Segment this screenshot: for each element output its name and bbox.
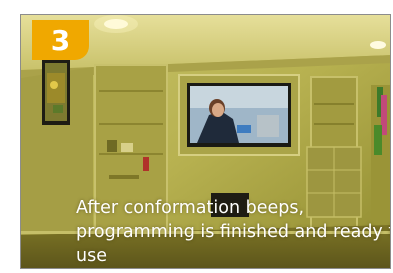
- step-number: 3: [50, 23, 71, 57]
- step-image-frame: 3 After conformation beeps, programming …: [20, 14, 391, 269]
- step-caption: After conformation beeps, programming is…: [76, 198, 391, 266]
- step-number-badge: 3: [32, 20, 89, 60]
